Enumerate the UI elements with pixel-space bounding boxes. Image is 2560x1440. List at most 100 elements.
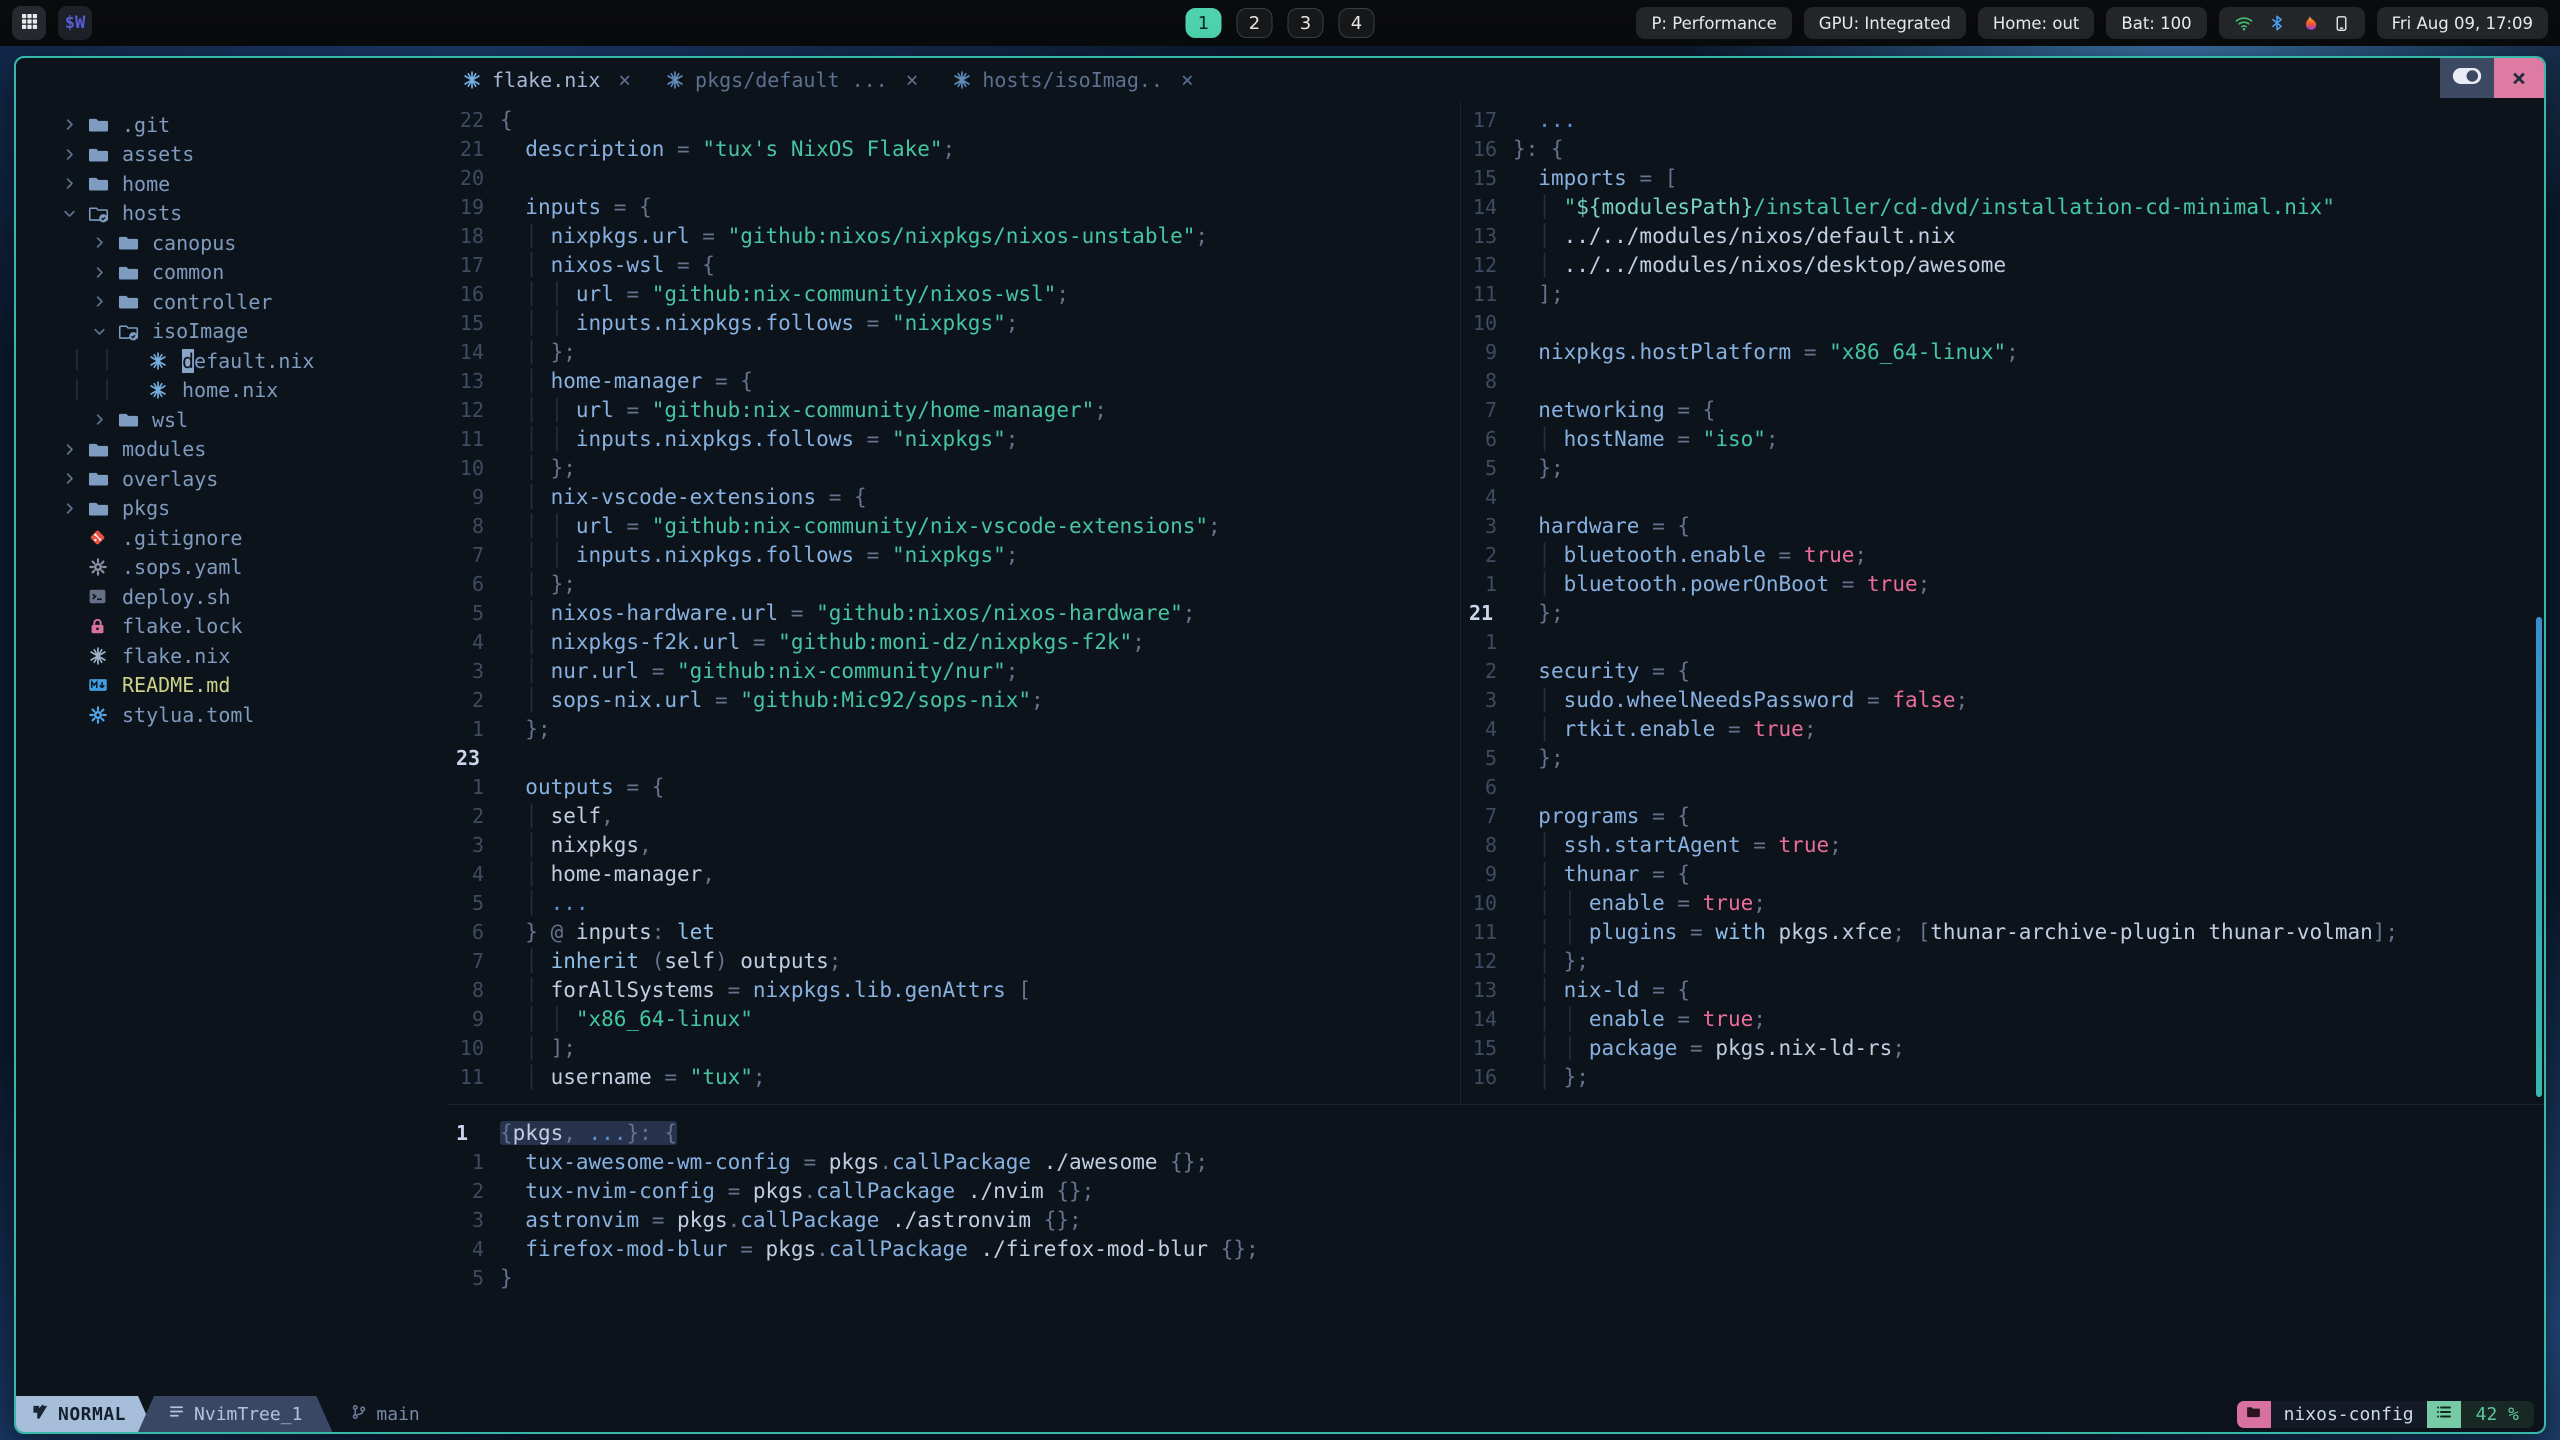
code-line[interactable]: 2 │ bluetooth.enable = true; [1461, 541, 2544, 570]
code-line[interactable]: 14 │ }; [448, 338, 1460, 367]
code-line[interactable]: 11 │ │ plugins = with pkgs.xfce; [thunar… [1461, 918, 2544, 947]
code-line[interactable]: 3 │ nixpkgs, [448, 831, 1460, 860]
code-line[interactable]: 23 [448, 744, 1460, 773]
code-line[interactable]: 5 }; [1461, 744, 2544, 773]
code-line[interactable]: 11 ]; [1461, 280, 2544, 309]
code-line[interactable]: 21 description = "tux's NixOS Flake"; [448, 135, 1460, 164]
tree-item-.git[interactable]: .git [62, 110, 448, 140]
code-line[interactable]: 4 │ home-manager, [448, 860, 1460, 889]
code-line[interactable]: 6 } @ inputs: let [448, 918, 1460, 947]
code-line[interactable]: 1 }; [448, 715, 1460, 744]
code-line[interactable]: 3 hardware = { [1461, 512, 2544, 541]
code-line[interactable]: 5 }; [1461, 454, 2544, 483]
code-line[interactable]: 2 security = { [1461, 657, 2544, 686]
tree-item-.sops.yaml[interactable]: .sops.yaml [62, 553, 448, 583]
code-line[interactable]: 16}: { [1461, 135, 2544, 164]
code-line[interactable]: 7 │ inherit (self) outputs; [448, 947, 1460, 976]
tree-item-flake.lock[interactable]: flake.lock [62, 612, 448, 642]
code-line[interactable]: 19 inputs = { [448, 193, 1460, 222]
tab-pkgs-default-[interactable]: pkgs/default ... × [665, 68, 918, 92]
code-line[interactable]: 17 │ nixos-wsl = { [448, 251, 1460, 280]
code-line[interactable]: 14 │ "${modulesPath}/installer/cd-dvd/in… [1461, 193, 2544, 222]
code-line[interactable]: 17 ... [1461, 106, 2544, 135]
tree-item-common[interactable]: common [62, 258, 448, 288]
code-line[interactable]: 3 │ nur.url = "github:nix-community/nur"… [448, 657, 1460, 686]
apps-launcher-button[interactable] [12, 6, 46, 40]
tree-item-hosts[interactable]: hosts [62, 199, 448, 229]
code-line[interactable]: 4 [1461, 483, 2544, 512]
code-line[interactable]: 20 [448, 164, 1460, 193]
code-line[interactable]: 6 [1461, 773, 2544, 802]
code-line[interactable]: 4 │ rtkit.enable = true; [1461, 715, 2544, 744]
code-line[interactable]: 13 │ home-manager = { [448, 367, 1460, 396]
code-line[interactable]: 15 imports = [ [1461, 164, 2544, 193]
code-line[interactable]: 12 │ │ url = "github:nix-community/home-… [448, 396, 1460, 425]
code-line[interactable]: 1 [1461, 628, 2544, 657]
code-line[interactable]: 11 │ │ inputs.nixpkgs.follows = "nixpkgs… [448, 425, 1460, 454]
code-line[interactable]: 4 firefox-mod-blur = pkgs.callPackage ./… [448, 1235, 2544, 1264]
code-line[interactable]: 1 tux-awesome-wm-config = pkgs.callPacka… [448, 1148, 2544, 1177]
code-line[interactable]: 2 │ self, [448, 802, 1460, 831]
status-chip-3[interactable]: Bat: 100 [2106, 7, 2207, 39]
status-chip-2[interactable]: Home: out [1977, 7, 2095, 39]
tab-flake-nix[interactable]: flake.nix × [462, 68, 631, 92]
code-line[interactable]: 22 { [448, 106, 1460, 135]
code-line[interactable]: 5} [448, 1264, 2544, 1293]
code-line[interactable]: 15 │ │ package = pkgs.nix-ld-rs; [1461, 1034, 2544, 1063]
status-chip-0[interactable]: P: Performance [1636, 7, 1792, 39]
code-line[interactable]: 2 tux-nvim-config = pkgs.callPackage ./n… [448, 1177, 2544, 1206]
workspace-tag-4[interactable]: 4 [1338, 8, 1375, 38]
tree-item-README.md[interactable]: README.md [62, 671, 448, 701]
code-line[interactable]: 12 │ }; [1461, 947, 2544, 976]
code-line[interactable]: 3 astronvim = pkgs.callPackage ./astronv… [448, 1206, 2544, 1235]
tab-hosts-isoImag-[interactable]: hosts/isoImag.. × [952, 68, 1194, 92]
tree-item-modules[interactable]: modules [62, 435, 448, 465]
code-line[interactable]: 13 │ ../../modules/nixos/default.nix [1461, 222, 2544, 251]
code-line[interactable]: 18 │ nixpkgs.url = "github:nixos/nixpkgs… [448, 222, 1460, 251]
tree-item-canopus[interactable]: canopus [62, 228, 448, 258]
code-line[interactable]: 4 │ nixpkgs-f2k.url = "github:moni-dz/ni… [448, 628, 1460, 657]
tray-icons-chip[interactable] [2218, 7, 2365, 39]
code-line[interactable]: 9 │ thunar = { [1461, 860, 2544, 889]
code-line[interactable]: 16 │ }; [1461, 1063, 2544, 1092]
code-line[interactable]: 5 │ ... [448, 889, 1460, 918]
tab-close-icon[interactable]: × [1181, 68, 1194, 92]
code-line[interactable]: 16 │ │ url = "github:nix-community/nixos… [448, 280, 1460, 309]
tree-item-overlays[interactable]: overlays [62, 464, 448, 494]
code-line[interactable]: 8 │ ssh.startAgent = true; [1461, 831, 2544, 860]
code-line[interactable]: 7 │ │ inputs.nixpkgs.follows = "nixpkgs"… [448, 541, 1460, 570]
code-line[interactable]: 9 │ │ "x86_64-linux" [448, 1005, 1460, 1034]
code-line[interactable]: 1 {pkgs, ...}: { [448, 1119, 2544, 1148]
clock[interactable]: Fri Aug 09, 17:09 [2376, 7, 2548, 39]
workspace-tag-3[interactable]: 3 [1287, 8, 1324, 38]
code-line[interactable]: 9 │ nix-vscode-extensions = { [448, 483, 1460, 512]
code-line[interactable]: 2 │ sops-nix.url = "github:Mic92/sops-ni… [448, 686, 1460, 715]
code-line[interactable]: 8 [1461, 367, 2544, 396]
tree-item-flake.nix[interactable]: flake.nix [62, 641, 448, 671]
code-line[interactable]: 15 │ │ inputs.nixpkgs.follows = "nixpkgs… [448, 309, 1460, 338]
code-line[interactable]: 1 outputs = { [448, 773, 1460, 802]
code-line[interactable]: 5 │ nixos-hardware.url = "github:nixos/n… [448, 599, 1460, 628]
tree-item-stylua.toml[interactable]: stylua.toml [62, 700, 448, 730]
code-line[interactable]: 3 │ sudo.wheelNeedsPassword = false; [1461, 686, 2544, 715]
code-line[interactable]: 6 │ }; [448, 570, 1460, 599]
code-line[interactable]: 1 │ bluetooth.powerOnBoot = true; [1461, 570, 2544, 599]
code-line[interactable]: 7 networking = { [1461, 396, 2544, 425]
tree-item-isoImage[interactable]: isoImage [62, 317, 448, 347]
code-line[interactable]: 10 │ ]; [448, 1034, 1460, 1063]
tree-item-assets[interactable]: assets [62, 140, 448, 170]
workspace-tag-1[interactable]: 1 [1185, 8, 1222, 38]
toggle-button[interactable] [2440, 58, 2494, 98]
close-window-button[interactable]: × [2494, 58, 2544, 98]
status-chip-1[interactable]: GPU: Integrated [1803, 7, 1966, 39]
code-line[interactable]: 21 }; [1461, 599, 2544, 628]
tree-item-wsl[interactable]: wsl [62, 405, 448, 435]
terminal-workspace-button[interactable]: $W [58, 6, 92, 40]
code-line[interactable]: 10 │ }; [448, 454, 1460, 483]
code-line[interactable]: 14 │ │ enable = true; [1461, 1005, 2544, 1034]
code-line[interactable]: 7 programs = { [1461, 802, 2544, 831]
tree-item-default.nix[interactable]: │ │ default.nix [62, 346, 448, 376]
tree-item-deploy.sh[interactable]: deploy.sh [62, 582, 448, 612]
tree-item-controller[interactable]: controller [62, 287, 448, 317]
code-line[interactable]: 13 │ nix-ld = { [1461, 976, 2544, 1005]
